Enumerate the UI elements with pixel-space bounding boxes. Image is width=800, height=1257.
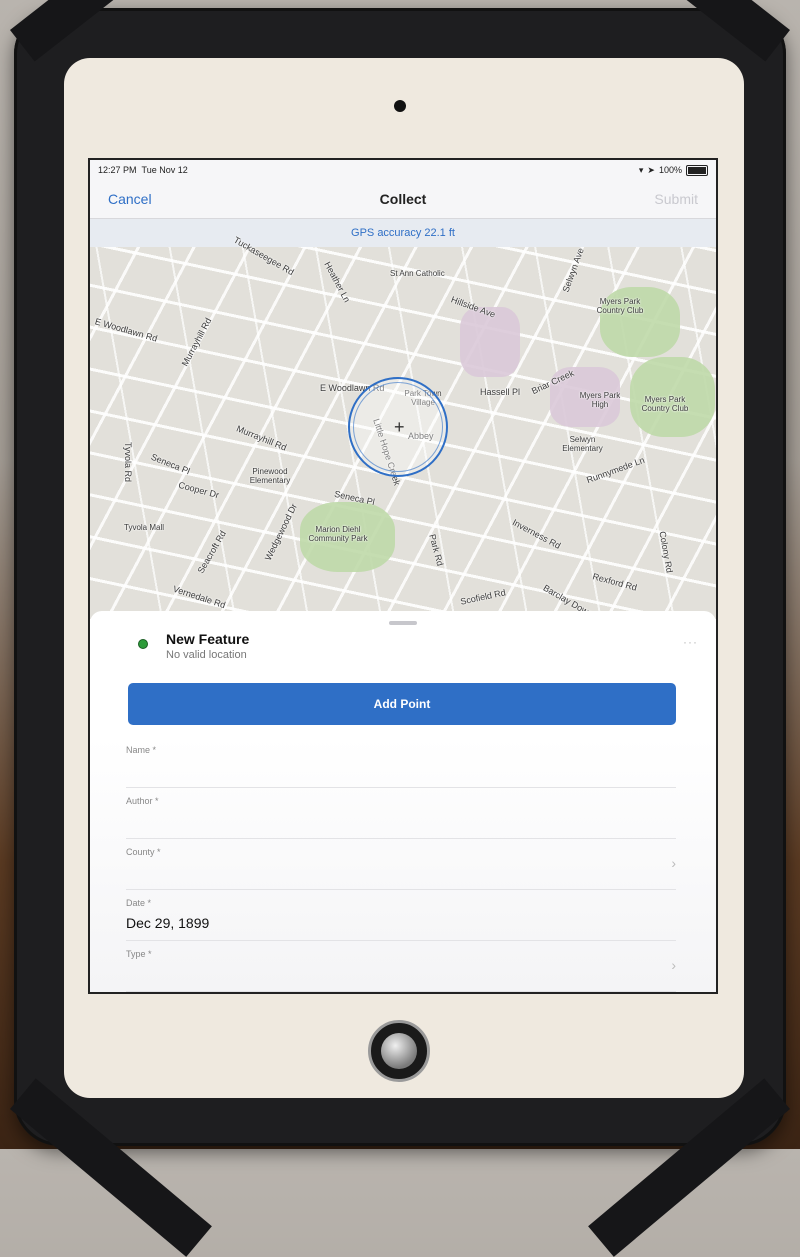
battery-icon <box>686 164 708 176</box>
submit-button[interactable]: Submit <box>654 191 698 207</box>
map-label: Murrayhill Rd <box>179 316 214 368</box>
home-button[interactable] <box>368 1020 430 1082</box>
more-icon[interactable]: ··· <box>683 635 698 649</box>
map-label: Runnymede Ln <box>585 454 646 486</box>
county-field[interactable]: County * › <box>126 839 676 890</box>
map-label: Cooper Dr <box>177 479 221 501</box>
gps-accuracy-banner: GPS accuracy 22.1 ft <box>90 219 716 247</box>
feature-status-icon <box>138 639 148 649</box>
feature-sheet: New Feature No valid location ··· Add Po… <box>90 611 716 992</box>
map-label: Wedgewood Dr <box>262 502 299 562</box>
screen: 12:27 PM Tue Nov 12 ▾ ➤ 100% Cancel Coll… <box>88 158 718 994</box>
map-label: Tyvola Mall <box>124 523 165 532</box>
map-label: Inverness Rd <box>510 517 563 551</box>
map-label: Colony Rd <box>657 530 675 574</box>
author-field[interactable]: Author * <box>126 788 676 839</box>
nav-bar: Cancel Collect Submit <box>90 180 716 219</box>
map-label: St Ann Catholic <box>390 269 445 278</box>
location-icon: ➤ <box>647 164 655 175</box>
chevron-right-icon: › <box>671 957 676 973</box>
map-label: Rexford Rd <box>591 571 639 593</box>
type-field[interactable]: Type * › <box>126 941 676 992</box>
cancel-button[interactable]: Cancel <box>108 191 152 207</box>
map-label: Scofield Rd <box>459 587 507 607</box>
field-label: County * <box>126 847 161 857</box>
field-label: Type * <box>126 949 152 959</box>
feature-header: New Feature No valid location ··· <box>90 631 716 675</box>
add-point-button[interactable]: Add Point <box>128 683 676 725</box>
map-label: Park Rd <box>427 533 446 567</box>
map-label: Myers Park High <box>579 391 621 409</box>
map-label: E Woodlawn Rd <box>93 316 159 344</box>
battery-percent: 100% <box>658 165 682 175</box>
map-label: Marion Diehl Community Park <box>308 525 368 543</box>
map-label: Myers Park Country Club <box>596 297 644 315</box>
map-label: Myers Park Country Club <box>641 395 689 413</box>
crosshair-icon: + <box>394 417 405 437</box>
wifi-icon: ▾ <box>638 164 644 175</box>
date-field[interactable]: Date * Dec 29, 1899 <box>126 890 676 941</box>
map-label: Hassell Pl <box>480 387 521 397</box>
feature-subtitle: No valid location <box>166 649 247 661</box>
name-field[interactable]: Name * <box>126 737 676 788</box>
feature-title: New Feature <box>166 631 250 647</box>
status-bar: 12:27 PM Tue Nov 12 ▾ ➤ 100% <box>90 160 716 180</box>
camera <box>394 100 406 112</box>
field-value: Dec 29, 1899 <box>126 915 210 931</box>
page-title: Collect <box>379 191 427 207</box>
status-time: 12:27 PM Tue Nov 12 <box>98 165 188 175</box>
location-target-reticle: + <box>348 377 448 477</box>
field-label: Name * <box>126 745 157 755</box>
sheet-grabber[interactable] <box>389 621 417 625</box>
map-label: Heather Ln <box>322 259 353 305</box>
map-label: Seneca Pl <box>149 451 192 477</box>
map-label: Vernedale Rd <box>171 583 227 611</box>
map-label: Selwyn Ave <box>560 246 586 294</box>
field-label: Author * <box>126 796 159 806</box>
chevron-right-icon: › <box>671 855 676 871</box>
map-label: Selwyn Elementary <box>562 435 603 453</box>
map-view[interactable]: Tuckaseegee Rd Heather Ln St Ann Catholi… <box>90 235 716 621</box>
map-label: Tyvola Rd <box>123 441 134 483</box>
map-label: Seacroft Rd <box>195 528 228 576</box>
field-label: Date * <box>126 898 152 908</box>
map-label: Pinewood Elementary <box>249 467 291 485</box>
map-label: Murrayhill Rd <box>235 423 288 453</box>
